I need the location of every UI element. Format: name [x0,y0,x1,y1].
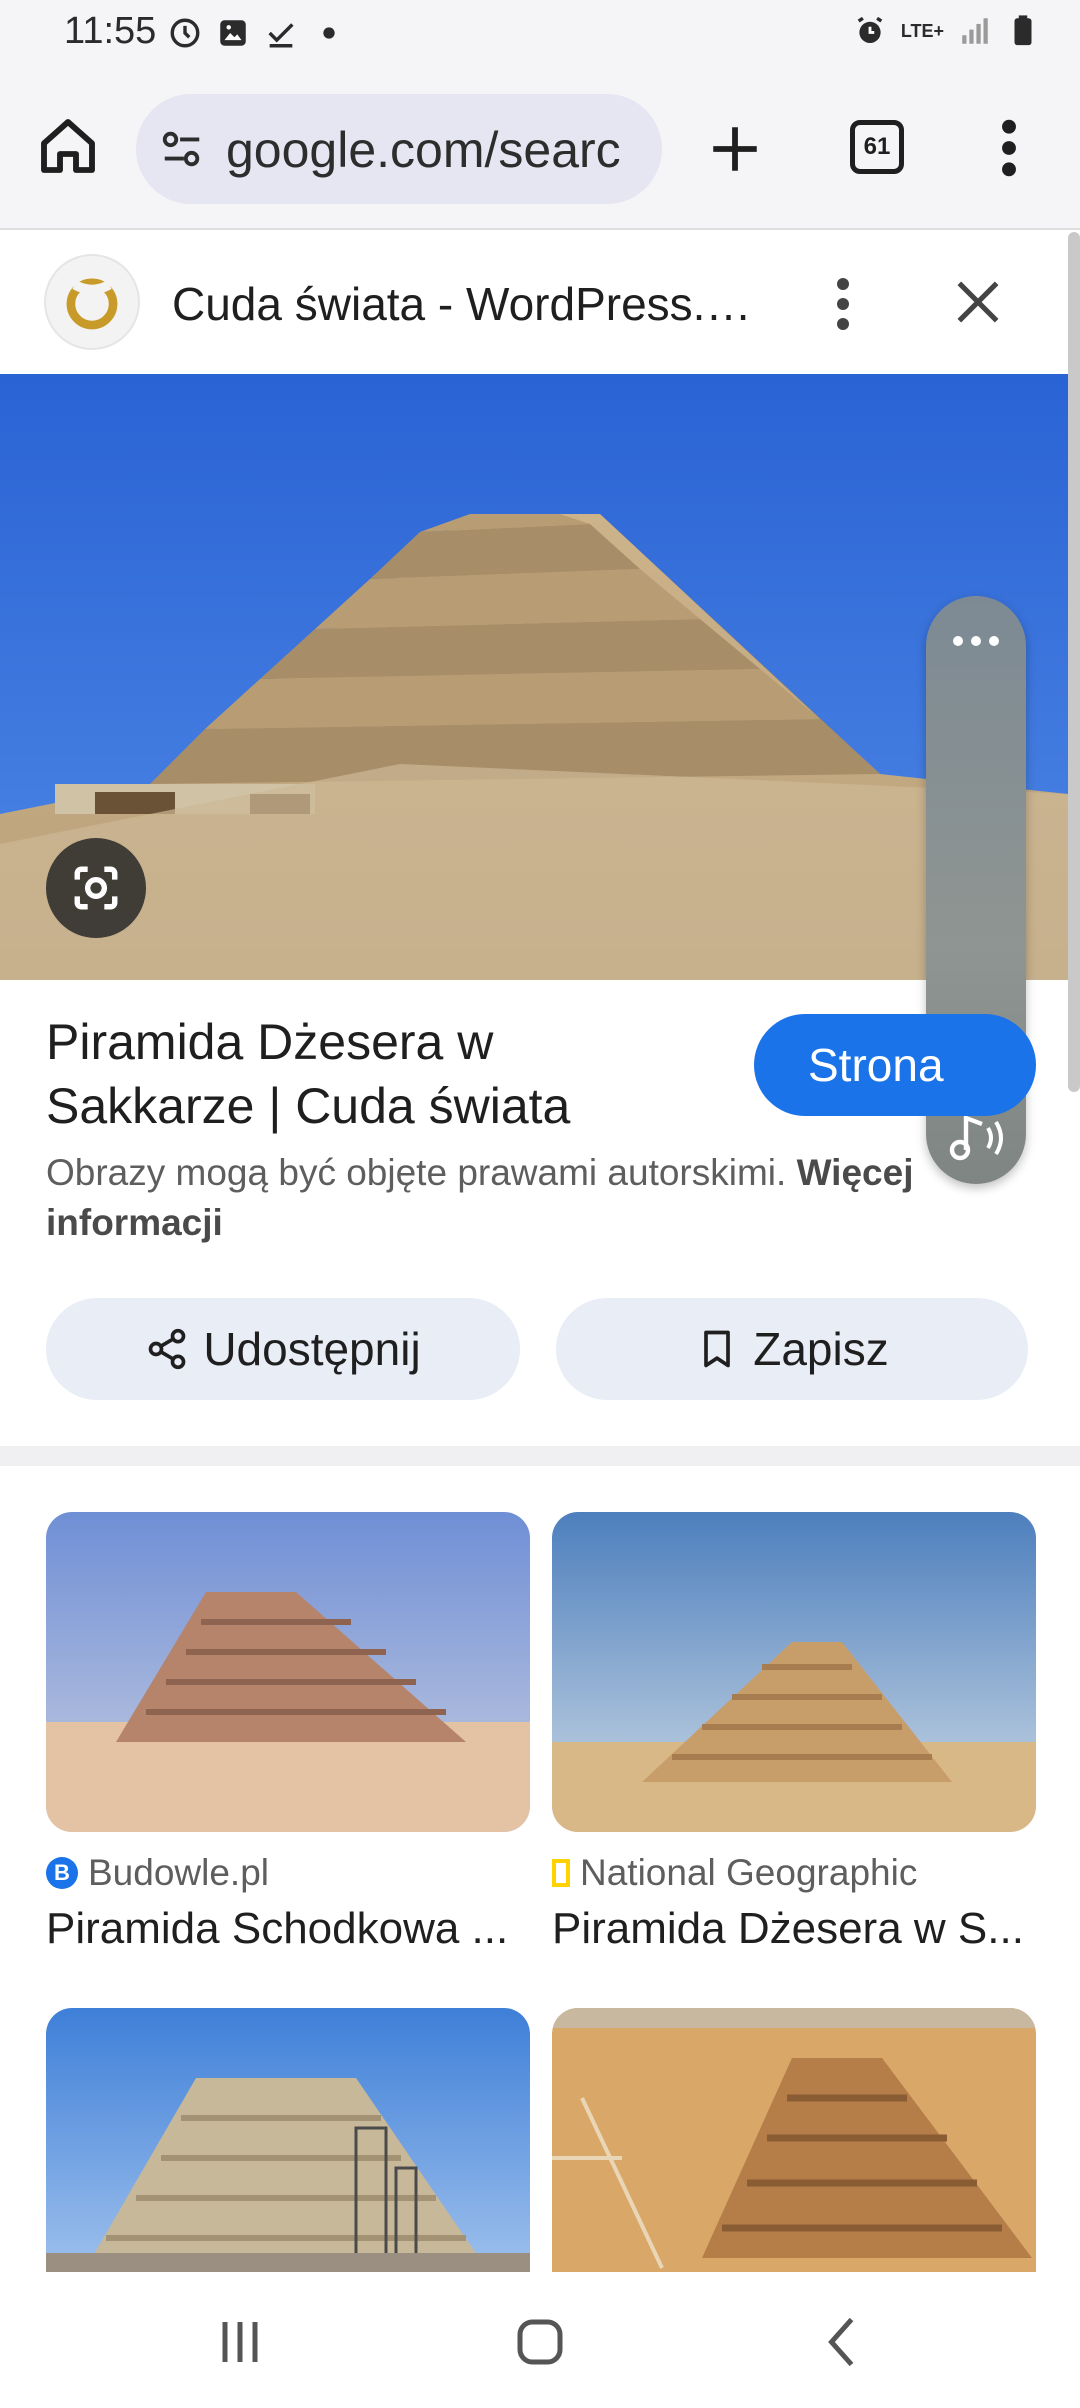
share-button[interactable]: Udostępnij [46,1298,520,1400]
signal-icon [962,18,988,44]
copyright-text: Obrazy mogą być objęte prawami autorskim… [46,1152,787,1193]
panel-more-icon[interactable] [950,634,1002,648]
tab-switcher-button[interactable]: 61 [850,120,904,174]
national-geographic-favicon [552,1859,570,1887]
site-settings-icon[interactable] [158,126,206,172]
lte-label: LTE+ [900,21,944,41]
scrollbar[interactable] [1068,232,1080,1092]
related-thumbnail[interactable] [46,2008,530,2272]
system-navigation-bar [0,2272,1080,2408]
save-label: Zapisz [753,1323,889,1375]
source-title[interactable]: Cuda świata - WordPress.c... [172,277,762,331]
status-time: 11:55 [64,10,157,52]
lens-icon [74,866,118,910]
dot-icon [323,27,335,39]
recent-apps-icon[interactable] [210,2312,270,2372]
related-thumbnail[interactable] [552,2008,1036,2272]
check-icon [268,23,294,48]
related-title[interactable]: Piramida Dżesera w S... [552,1904,1036,1954]
related-source-label: Budowle.pl [88,1852,270,1893]
home-icon[interactable] [36,114,100,178]
image-icon [220,20,246,46]
source-header: Cuda świata - WordPress.c... [0,232,1068,374]
related-item[interactable]: National Geographic Piramida Dżesera w S… [552,1512,1036,1954]
related-source-label: National Geographic [580,1852,918,1893]
status-bar: 11:55 LTE+ [0,0,1080,70]
copyright-notice: Obrazy mogą być objęte prawami autorskim… [46,1148,946,1248]
site-logo [44,254,140,350]
result-title: Piramida Dżesera w Sakkarze | Cuda świat… [46,1014,571,1134]
related-title[interactable]: Piramida Schodkowa ... [46,1904,530,1954]
more-options-icon[interactable] [828,274,858,334]
address-bar[interactable]: google.com/searc [136,94,662,204]
budowle-favicon: B [46,1857,78,1889]
main-image[interactable] [0,374,1068,980]
share-label: Udostępnij [203,1323,421,1375]
related-source: National Geographic [552,1852,1036,1894]
share-icon [148,1328,186,1370]
sound-icon[interactable] [946,1110,1006,1166]
related-item[interactable] [552,2008,1036,2282]
overflow-menu-icon[interactable] [994,116,1024,180]
related-source: B Budowle.pl [46,1852,530,1894]
lens-search-button[interactable] [46,838,146,938]
url-text[interactable]: google.com/searc [226,121,621,179]
section-divider [0,1446,1080,1466]
new-tab-icon[interactable] [706,120,764,178]
related-thumbnail[interactable] [46,1512,530,1832]
related-thumbnail[interactable] [552,1512,1036,1832]
related-item[interactable]: B Budowle.pl Piramida Schodkowa ... [46,1512,530,1954]
home-button-icon[interactable] [510,2312,570,2372]
alarm-icon [857,16,883,44]
back-icon[interactable] [814,2312,874,2372]
related-item[interactable] [46,2008,530,2282]
bookmark-icon [704,1330,731,1368]
status-icons-left [168,16,346,50]
clock-icon [170,18,200,48]
visit-button[interactable]: Strona [754,1014,1036,1116]
browser-toolbar: google.com/searc 61 [0,70,1080,230]
battery-icon [1014,15,1032,46]
status-icons-right: LTE+ [853,14,1040,48]
close-icon[interactable] [950,274,1006,330]
save-button[interactable]: Zapisz [556,1298,1028,1400]
